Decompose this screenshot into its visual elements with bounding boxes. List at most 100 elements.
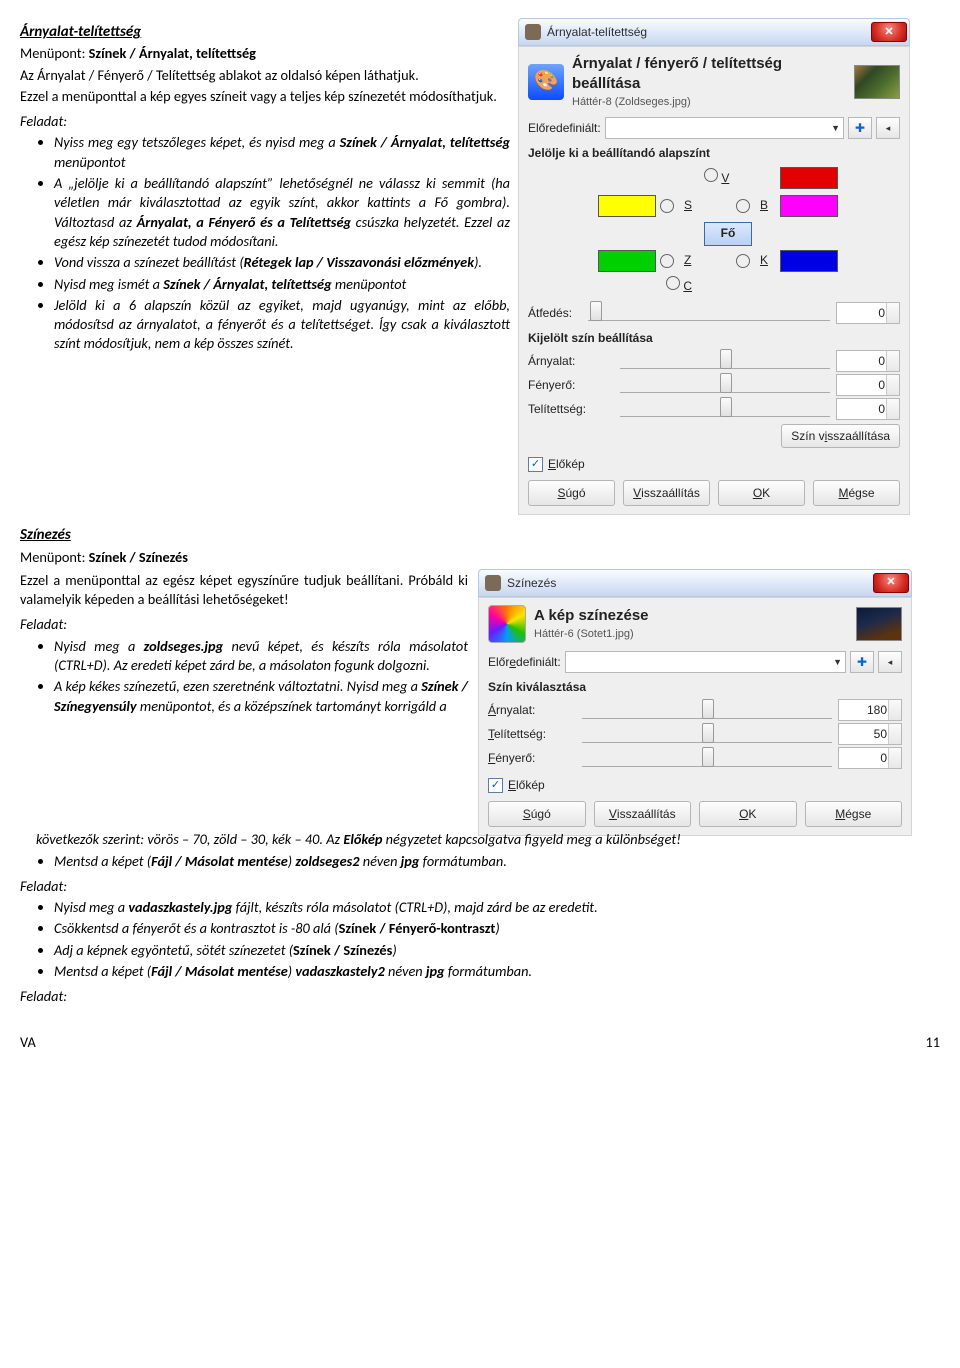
text-bold: vadaszkastely.jpg: [128, 898, 232, 916]
text: formátumban.: [419, 852, 506, 870]
hue-slider[interactable]: [620, 352, 830, 369]
footer-left: VA: [20, 1033, 36, 1052]
text: néven: [360, 852, 401, 870]
swatch-magenta[interactable]: [780, 195, 838, 217]
preset-menu-button[interactable]: ◂: [876, 117, 900, 139]
text-bold: Árnyalat, a Fényerő és a Telítettség: [137, 213, 351, 231]
brightness-slider[interactable]: [582, 750, 832, 767]
menuline-bold: Színek / Árnyalat, telítettség: [89, 44, 256, 62]
cancel-button[interactable]: Mégse: [805, 801, 903, 827]
text: menüpontot: [54, 153, 125, 171]
text: formátumban.: [445, 962, 532, 980]
menuline-prefix: Menüpont:: [20, 44, 89, 62]
text: ).: [474, 253, 482, 271]
preset-add-button[interactable]: ✚: [850, 651, 874, 673]
radio-b[interactable]: [736, 199, 750, 213]
presets-label: Előredefiniált:: [488, 654, 561, 670]
radio-k[interactable]: [736, 254, 750, 268]
preset-menu-button[interactable]: ◂: [878, 651, 902, 673]
hue-label: Árnyalat:: [488, 702, 582, 718]
text-bold: Színek / Árnyalat, telítettség: [340, 133, 510, 151]
text: Nyisd meg ismét a: [54, 275, 163, 293]
text: ): [392, 941, 396, 959]
preview-checkbox[interactable]: ✓: [488, 778, 503, 793]
text-bold: zoldseges.jpg: [144, 637, 224, 655]
window-title: Színezés: [507, 575, 556, 591]
section1-menuline: Menüpont: Színek / Árnyalat, telítettség: [20, 44, 510, 63]
text: néven: [385, 962, 426, 980]
help-button[interactable]: Súgó: [488, 801, 586, 827]
presets-dropdown[interactable]: ▼: [565, 651, 846, 673]
ok-button[interactable]: OK: [699, 801, 797, 827]
task-list-2a: Nyisd meg a zoldseges.jpg nevű képet, és…: [20, 637, 468, 716]
hue-value[interactable]: 180: [838, 699, 902, 721]
reset-button[interactable]: Visszaállítás: [623, 480, 710, 506]
reset-button[interactable]: Visszaállítás: [594, 801, 692, 827]
radio-c[interactable]: [666, 276, 680, 290]
close-icon[interactable]: ✕: [871, 22, 907, 42]
section2-title: Színezés: [20, 525, 940, 545]
list-item: A „jelölje ki a beállítandó alapszínt” l…: [54, 174, 510, 251]
dialog-title: A kép színezése: [534, 606, 848, 626]
saturation-slider[interactable]: [582, 726, 832, 743]
saturation-label: Telítettség:: [528, 401, 620, 417]
list-item: Adj a képnek egyöntetű, sötét színezetet…: [54, 941, 940, 960]
section2-menuline: Menüpont: Színek / Színezés: [20, 548, 940, 567]
swatch-yellow[interactable]: [598, 195, 656, 217]
list-item: Csökkentsd a fényerőt és a kontrasztot i…: [54, 919, 940, 938]
hue-label: Árnyalat:: [528, 353, 620, 369]
preview-checkbox[interactable]: ✓: [528, 457, 543, 472]
hue-sat-dialog: Árnyalat-telítettség ✕ 🎨 Árnyalat / fény…: [518, 18, 910, 515]
text: menüpontot: [332, 275, 407, 293]
dialog-subtitle: Háttér-6 (Sotet1.jpg): [534, 627, 848, 642]
text: Adj a képnek egyöntetű, sötét színezetet…: [54, 941, 293, 959]
titlebar[interactable]: Színezés ✕: [478, 569, 912, 597]
brightness-slider[interactable]: [620, 376, 830, 393]
dialog-header: A kép színezése Háttér-6 (Sotet1.jpg): [488, 605, 902, 643]
radio-v[interactable]: [704, 168, 718, 182]
fo-button[interactable]: Fő: [704, 222, 752, 246]
dialog-icon: 🎨: [528, 64, 564, 100]
overlap-value[interactable]: 0: [836, 302, 900, 324]
dialog-subtitle: Háttér-8 (Zoldseges.jpg): [572, 95, 846, 110]
brightness-value[interactable]: 0: [836, 374, 900, 396]
cancel-button[interactable]: Mégse: [813, 480, 900, 506]
text-bold: zoldseges2: [295, 852, 359, 870]
text-bold: Fájl / Másolat mentése: [151, 852, 288, 870]
text-bold: Fájl / Másolat mentése: [151, 962, 288, 980]
text-bold: Színek / Fényerő-kontraszt: [339, 919, 496, 937]
saturation-slider[interactable]: [620, 400, 830, 417]
preset-add-button[interactable]: ✚: [848, 117, 872, 139]
hue-slider[interactable]: [582, 702, 832, 719]
brightness-value[interactable]: 0: [838, 747, 902, 769]
list-item: Jelöld ki a 6 alapszín közül az egyiket,…: [54, 296, 510, 354]
window-title: Árnyalat-telítettség: [547, 24, 647, 40]
radio-z[interactable]: [660, 254, 674, 268]
hue-value[interactable]: 0: [836, 350, 900, 372]
titlebar[interactable]: Árnyalat-telítettség ✕: [518, 18, 910, 46]
help-button[interactable]: Súgó: [528, 480, 615, 506]
list-item: Mentsd a képet (Fájl / Másolat mentése) …: [54, 852, 940, 871]
radio-s[interactable]: [660, 199, 674, 213]
text: Vond vissza a színezet beállítást (: [54, 253, 244, 271]
brightness-label: Fényerő:: [528, 377, 620, 393]
overlap-slider[interactable]: [588, 304, 830, 321]
saturation-value[interactable]: 0: [836, 398, 900, 420]
reset-color-button[interactable]: Szín visszaállítása: [781, 424, 900, 448]
presets-dropdown[interactable]: ▼: [605, 117, 844, 139]
selected-color-heading: Kijelölt szín beállítása: [528, 330, 900, 346]
ok-button[interactable]: OK: [718, 480, 805, 506]
letter-c: C: [683, 279, 692, 293]
saturation-value[interactable]: 50: [838, 723, 902, 745]
list-item: Nyisd meg ismét a Színek / Árnyalat, tel…: [54, 275, 510, 294]
para-1b: Ezzel a menüponttal a kép egyes színeit …: [20, 87, 510, 106]
task-list-2b: Nyisd meg a vadaszkastely.jpg fájlt, kés…: [20, 898, 940, 981]
swatch-red[interactable]: [780, 167, 838, 189]
feladat-2b: Feladat:: [20, 877, 940, 896]
text: Nyisd meg a: [54, 898, 128, 916]
swatch-green[interactable]: [598, 250, 656, 272]
preview-label: Előkép: [508, 777, 545, 793]
close-icon[interactable]: ✕: [873, 573, 909, 593]
swatch-blue[interactable]: [780, 250, 838, 272]
para-2: Ezzel a menüponttal az egész képet egysz…: [20, 571, 468, 610]
